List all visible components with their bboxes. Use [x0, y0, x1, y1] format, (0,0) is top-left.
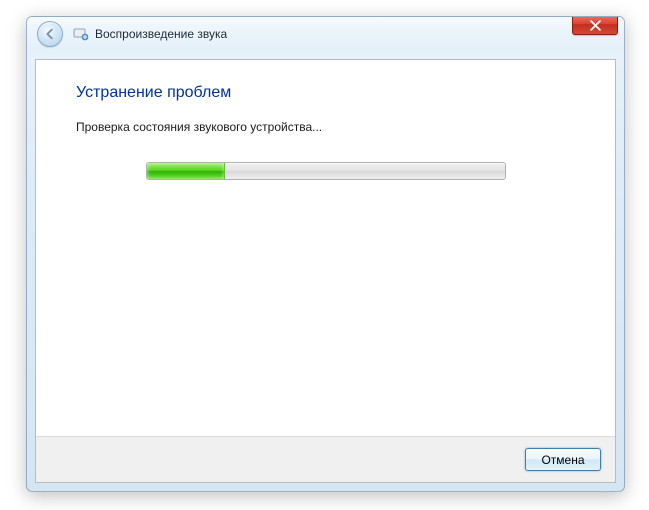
back-button[interactable]	[37, 21, 63, 47]
status-text: Проверка состояния звукового устройства.…	[76, 120, 575, 134]
progress-bar	[146, 162, 506, 180]
troubleshooter-window: Воспроизведение звука Устранение проблем…	[26, 16, 625, 492]
close-button[interactable]	[572, 16, 618, 35]
content-pane: Устранение проблем Проверка состояния зв…	[35, 59, 616, 483]
close-icon	[590, 20, 601, 31]
title-bar: Воспроизведение звука	[27, 17, 624, 51]
progress-fill	[147, 163, 226, 179]
page-heading: Устранение проблем	[76, 84, 575, 102]
footer-bar: Отмена	[36, 436, 615, 482]
arrow-left-icon	[43, 27, 57, 41]
cancel-button[interactable]: Отмена	[525, 448, 601, 471]
troubleshoot-icon	[73, 26, 89, 42]
window-title: Воспроизведение звука	[95, 27, 227, 41]
content-inner: Устранение проблем Проверка состояния зв…	[36, 60, 615, 436]
